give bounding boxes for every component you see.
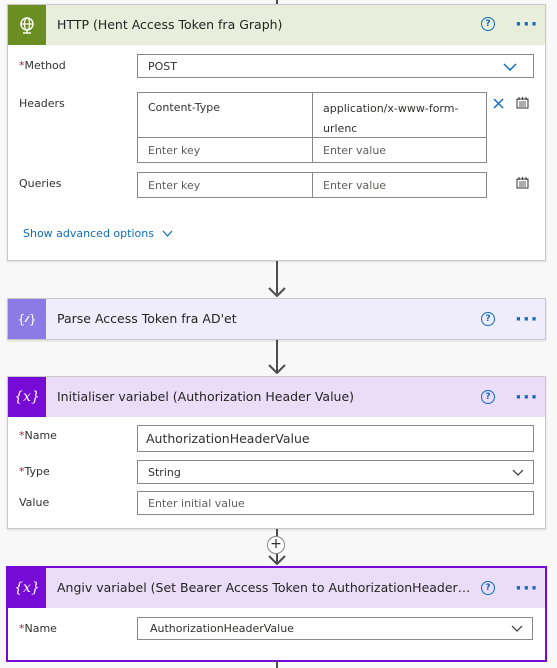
- arrow-down-icon: [268, 287, 286, 297]
- variable-name-value: AuthorizationHeaderValue: [150, 622, 294, 635]
- http-action-card[interactable]: HTTP (Hent Access Token fra Graph) ? ···…: [7, 4, 546, 261]
- connector-line: [276, 661, 278, 668]
- variable-type-value: String: [148, 465, 181, 479]
- value-label: Value: [19, 496, 50, 509]
- method-label-text: Method: [24, 59, 66, 72]
- variable-value-input[interactable]: Enter initial value: [137, 491, 534, 515]
- header-value-2[interactable]: Enter value: [312, 137, 487, 163]
- type-label: *Type: [19, 465, 50, 478]
- arrow-down-icon: [268, 555, 286, 565]
- chevron-down-icon: [511, 625, 523, 632]
- initialize-variable-card[interactable]: {x} Initialiser variabel (Authorization …: [7, 376, 546, 529]
- variable-name-value: AuthorizationHeaderValue: [146, 431, 310, 446]
- help-icon[interactable]: ?: [481, 581, 495, 595]
- variable-icon-glyph: {x}: [14, 580, 40, 596]
- method-label: *Method: [19, 59, 66, 72]
- variable-icon-glyph: {x}: [14, 389, 40, 405]
- arrow-down-icon: [268, 364, 286, 374]
- more-options-icon[interactable]: ···: [515, 311, 539, 329]
- http-card-header[interactable]: HTTP (Hent Access Token fra Graph) ? ···: [8, 5, 545, 45]
- chevron-down-icon: [512, 469, 524, 476]
- header-value-2-placeholder: Enter value: [323, 143, 387, 157]
- variable-icon: {x}: [8, 568, 46, 608]
- close-icon[interactable]: [493, 98, 504, 109]
- header-value-1[interactable]: application/x-www-form-urlenc oded: [312, 92, 487, 153]
- more-options-icon[interactable]: ···: [515, 580, 539, 598]
- query-value-placeholder: Enter value: [323, 178, 387, 192]
- name-label-text: Name: [24, 429, 57, 442]
- header-key-1[interactable]: Content-Type: [137, 92, 313, 138]
- method-select[interactable]: POST: [137, 54, 534, 78]
- variable-value-placeholder: Enter initial value: [148, 496, 245, 510]
- header-key-2-placeholder: Enter key: [148, 143, 201, 157]
- set-variable-card[interactable]: {x} Angiv variabel (Set Bearer Access To…: [7, 567, 546, 661]
- card-title: HTTP (Hent Access Token fra Graph): [57, 17, 283, 32]
- type-label-text: Type: [24, 465, 50, 478]
- queries-label: Queries: [19, 177, 62, 190]
- chevron-down-icon: [162, 230, 173, 237]
- more-options-icon[interactable]: ···: [515, 389, 539, 407]
- header-key-1-text: Content-Type: [148, 101, 220, 114]
- insert-step-button[interactable]: +: [267, 536, 285, 554]
- card-title: Angiv variabel (Set Bearer Access Token …: [57, 580, 472, 595]
- query-key-placeholder: Enter key: [148, 178, 201, 192]
- query-value[interactable]: Enter value: [312, 172, 487, 198]
- set-card-header[interactable]: {x} Angiv variabel (Set Bearer Access To…: [8, 568, 545, 608]
- show-advanced-options-text: Show advanced options: [23, 227, 154, 240]
- method-value: POST: [148, 59, 177, 73]
- header-value-1-line1: application/x-www-form-urlenc: [323, 102, 459, 135]
- variable-type-select[interactable]: String: [137, 460, 534, 484]
- help-icon[interactable]: ?: [481, 312, 495, 326]
- variable-icon: {x}: [8, 377, 46, 417]
- name-label: *Name: [19, 622, 57, 635]
- show-advanced-options-link[interactable]: Show advanced options: [23, 227, 173, 240]
- more-options-icon[interactable]: ···: [515, 16, 539, 34]
- card-title: Initialiser variabel (Authorization Head…: [57, 389, 355, 404]
- name-label: *Name: [19, 429, 57, 442]
- chevron-down-icon: [503, 63, 517, 71]
- variable-name-input[interactable]: AuthorizationHeaderValue: [137, 425, 534, 452]
- parse-card-header[interactable]: { } Parse Access Token fra AD'et ? ···: [8, 299, 545, 339]
- query-key[interactable]: Enter key: [137, 172, 313, 198]
- init-card-header[interactable]: {x} Initialiser variabel (Authorization …: [8, 377, 545, 417]
- help-icon[interactable]: ?: [481, 17, 495, 31]
- header-key-2[interactable]: Enter key: [137, 137, 313, 163]
- variable-name-select[interactable]: AuthorizationHeaderValue: [137, 617, 533, 640]
- help-icon[interactable]: ?: [481, 390, 495, 404]
- headers-label: Headers: [19, 97, 65, 110]
- globe-icon: [8, 5, 46, 45]
- parse-json-icon: { }: [8, 299, 46, 339]
- switch-to-text-icon[interactable]: [516, 96, 529, 109]
- name-label-text: Name: [24, 622, 57, 635]
- parse-json-action-card[interactable]: { } Parse Access Token fra AD'et ? ···: [7, 298, 546, 340]
- card-title: Parse Access Token fra AD'et: [57, 311, 237, 326]
- switch-to-text-icon[interactable]: [516, 176, 529, 189]
